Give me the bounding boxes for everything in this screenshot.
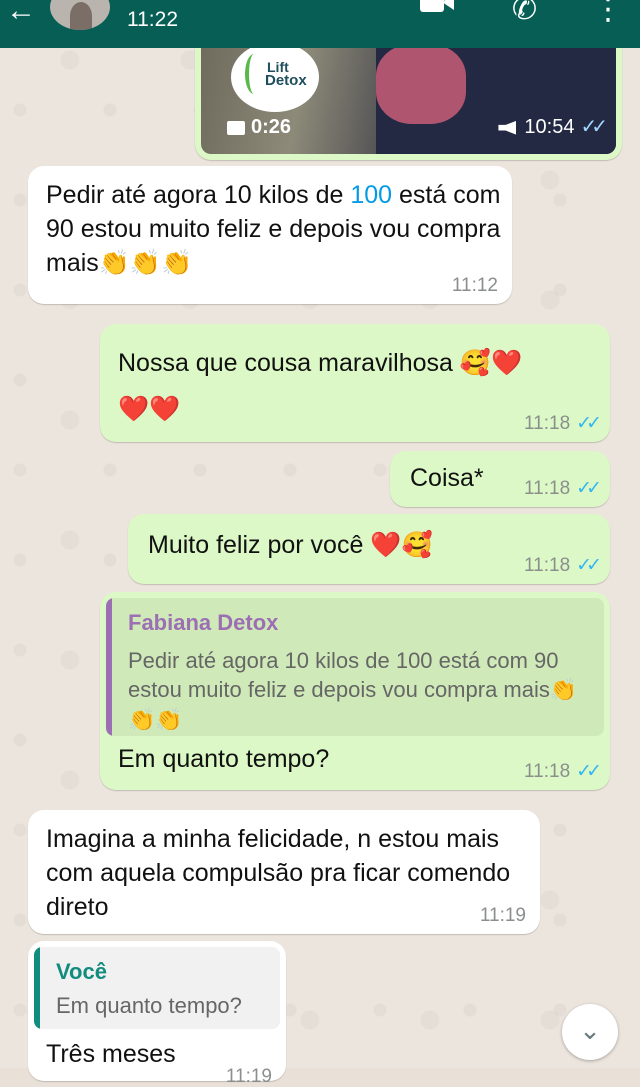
quoted-sender-name: Você	[56, 959, 107, 984]
outgoing-message[interactable]: Nossa que cousa maravilhosa 🥰❤️❤️❤️ 11:1…	[100, 324, 610, 442]
read-ticks-icon: ✓✓	[576, 413, 602, 434]
message-text: Imagina a minha felicidade, n estou mais…	[46, 825, 511, 921]
video-camera-icon	[227, 120, 245, 135]
double-chevron-down-icon: ⌄	[579, 1015, 601, 1045]
incoming-reply-message[interactable]: Você Em quanto tempo? Três meses 11:19	[28, 941, 286, 1087]
video-call-icon[interactable]	[420, 0, 458, 14]
contact-avatar[interactable]	[50, 0, 110, 30]
message-meta: 11:18 ✓✓	[524, 478, 602, 499]
message-meta: 11:18 ✓✓	[524, 761, 602, 782]
outgoing-message[interactable]: Muito feliz por você ❤️🥰 11:18 ✓✓	[128, 514, 610, 584]
back-arrow-icon[interactable]: ←	[6, 0, 36, 28]
message-meta: 11:18 ✓✓	[524, 413, 602, 434]
video-thumbnail[interactable]: Lift Detox 0:26 10:54 ✓✓	[201, 34, 616, 154]
quoted-message[interactable]: Você Em quanto tempo?	[34, 947, 280, 1029]
outgoing-message[interactable]: Coisa* 11:18 ✓✓	[390, 451, 610, 507]
message-text: Em quanto tempo?	[118, 745, 330, 773]
quoted-text: Pedir até agora 10 kilos de 100 está com…	[128, 648, 559, 702]
read-ticks-icon: ✓✓	[576, 478, 602, 499]
message-text: Nossa que cousa maravilhosa	[118, 349, 453, 377]
speaker-icon	[498, 120, 517, 135]
read-ticks-icon: ✓✓	[576, 555, 602, 576]
clap-emoji: 👏👏👏	[98, 248, 193, 277]
more-options-icon[interactable]: ⋮	[593, 0, 623, 27]
video-message-meta: 10:54 ✓✓	[498, 110, 608, 144]
message-time: 11:12	[451, 275, 498, 296]
message-text: Três meses	[46, 1040, 176, 1068]
read-ticks-icon: ✓✓	[580, 116, 607, 138]
video-duration: 0:26	[227, 110, 291, 144]
incoming-message[interactable]: Imagina a minha felicidade, n estou mais…	[28, 810, 540, 934]
message-text: Coisa*	[410, 464, 484, 492]
header-time: 11:22	[127, 8, 178, 31]
message-list[interactable]: Lift Detox 0:26 10:54 ✓✓ Pedir até agora …	[0, 28, 640, 1087]
phone-call-icon[interactable]: ✆	[512, 0, 537, 27]
quoted-sender-name: Fabiana Detox	[128, 610, 279, 635]
heart-emoji: ❤️🥰	[370, 530, 433, 559]
quoted-message[interactable]: Fabiana Detox Pedir até agora 10 kilos d…	[106, 598, 604, 736]
message-time: 11:19	[225, 1066, 272, 1087]
message-text: Muito feliz por você	[148, 531, 371, 559]
chat-header: ← 11:22 ✆ ⋮	[0, 0, 640, 48]
scroll-to-bottom-button[interactable]: ⌄	[562, 1004, 618, 1060]
outgoing-reply-message[interactable]: Fabiana Detox Pedir até agora 10 kilos d…	[100, 592, 610, 790]
message-meta: 11:18 ✓✓	[524, 555, 602, 576]
message-text: Pedir até agora 10 kilos de	[46, 181, 351, 209]
phone-number-link[interactable]: 100	[350, 181, 392, 209]
message-time: 11:19	[479, 905, 526, 926]
lift-detox-logo: Lift Detox	[231, 42, 319, 112]
quoted-text: Em quanto tempo?	[56, 993, 242, 1018]
read-ticks-icon: ✓✓	[576, 761, 602, 782]
incoming-message[interactable]: Pedir até agora 10 kilos de 100 está com…	[28, 166, 512, 304]
